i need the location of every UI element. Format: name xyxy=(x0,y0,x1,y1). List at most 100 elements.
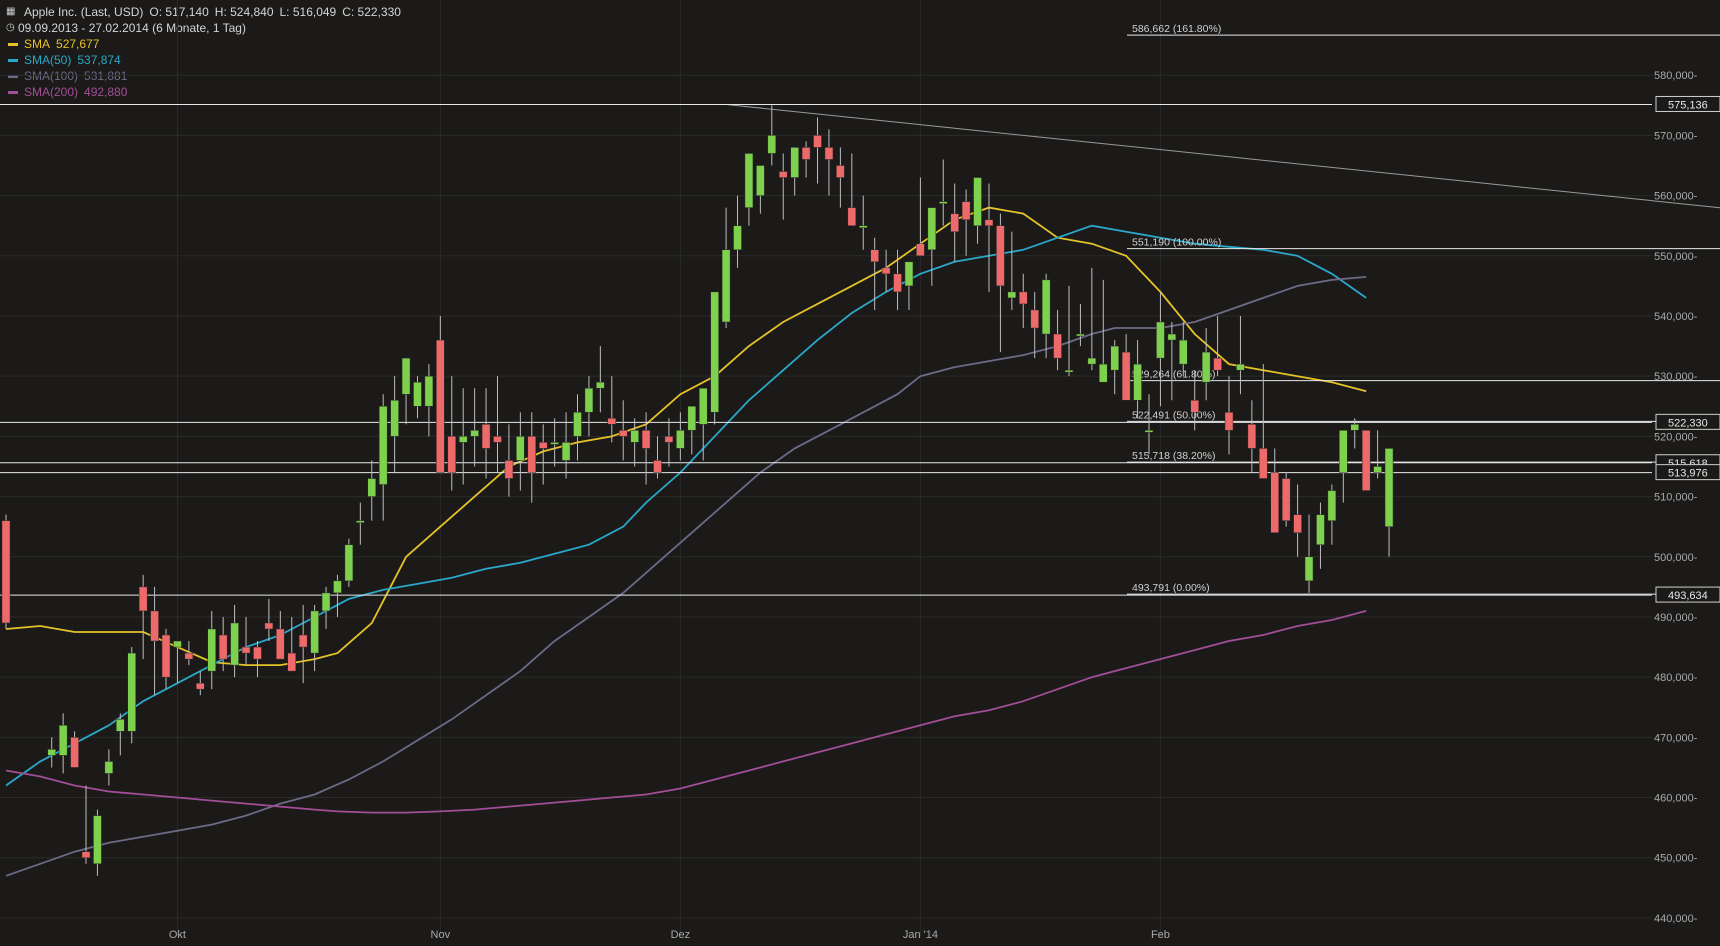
candle-body[interactable] xyxy=(550,442,559,445)
candle-body[interactable] xyxy=(1190,400,1199,413)
candle-body[interactable] xyxy=(207,628,216,672)
candle-body[interactable] xyxy=(904,261,914,287)
candle-body[interactable] xyxy=(927,207,937,251)
candle-body[interactable] xyxy=(1121,351,1131,401)
candle-body[interactable] xyxy=(173,640,182,648)
candle-body[interactable] xyxy=(70,737,79,768)
candle-body[interactable] xyxy=(1099,363,1108,383)
candlestick-chart[interactable]: 440,000- 450,000- 460,000- 470,000- 480,000-… xyxy=(0,0,1720,946)
candle-body[interactable] xyxy=(618,430,628,437)
candle-body[interactable] xyxy=(356,520,365,523)
candle-body[interactable] xyxy=(1076,333,1085,337)
candle-body[interactable] xyxy=(630,430,639,443)
candle-body[interactable] xyxy=(527,436,537,473)
candle-body[interactable] xyxy=(790,147,799,178)
candle-body[interactable] xyxy=(378,406,388,485)
candle-body[interactable] xyxy=(241,646,251,654)
candle-body[interactable] xyxy=(847,207,857,226)
candle-body[interactable] xyxy=(367,478,377,497)
candle-body[interactable] xyxy=(81,851,91,858)
candle-body[interactable] xyxy=(504,460,514,479)
candle-body[interactable] xyxy=(1350,424,1359,431)
candle-body[interactable] xyxy=(893,273,902,293)
candle-body[interactable] xyxy=(264,622,274,630)
candle-body[interactable] xyxy=(298,634,308,648)
candle-body[interactable] xyxy=(710,291,719,413)
candle-body[interactable] xyxy=(253,646,262,660)
candle-body[interactable] xyxy=(1167,333,1177,341)
candle-body[interactable] xyxy=(1007,291,1017,299)
candle-body[interactable] xyxy=(1110,345,1119,371)
candle-body[interactable] xyxy=(687,406,697,431)
candle-body[interactable] xyxy=(584,387,594,413)
candle-body[interactable] xyxy=(138,586,148,612)
candle-body[interactable] xyxy=(1293,514,1302,533)
candle-body[interactable] xyxy=(104,761,114,774)
candle-body[interactable] xyxy=(287,652,296,672)
candle-body[interactable] xyxy=(641,430,651,449)
candle-body[interactable] xyxy=(1247,424,1257,449)
candle-body[interactable] xyxy=(1224,412,1234,431)
candle-body[interactable] xyxy=(721,249,731,323)
candle-body[interactable] xyxy=(653,460,662,473)
candle-body[interactable] xyxy=(698,387,708,425)
candle-body[interactable] xyxy=(767,135,777,154)
candle-body[interactable] xyxy=(1179,339,1188,365)
candle-body[interactable] xyxy=(996,225,1005,287)
candle-body[interactable] xyxy=(1053,333,1062,359)
candle-body[interactable] xyxy=(1041,279,1051,335)
candle-body[interactable] xyxy=(470,430,479,437)
candle-body[interactable] xyxy=(836,165,845,178)
candle-body[interactable] xyxy=(1087,357,1097,365)
candle-body[interactable] xyxy=(870,249,879,263)
candle-body[interactable] xyxy=(596,381,605,389)
candle-body[interactable] xyxy=(516,436,525,461)
candle-body[interactable] xyxy=(127,652,136,732)
candle-body[interactable] xyxy=(538,442,548,449)
candle-body[interactable] xyxy=(184,652,194,660)
candle-body[interactable] xyxy=(333,580,342,594)
candle-body[interactable] xyxy=(310,610,319,654)
candle-body[interactable] xyxy=(321,592,331,612)
candle-body[interactable] xyxy=(424,375,434,407)
candle-body[interactable] xyxy=(1144,430,1154,433)
candle-body[interactable] xyxy=(607,418,617,425)
candle-body[interactable] xyxy=(1304,556,1314,582)
candle-body[interactable] xyxy=(1339,430,1348,473)
candle-body[interactable] xyxy=(344,544,354,582)
candle-body[interactable] xyxy=(950,213,959,232)
candle-body[interactable] xyxy=(458,436,468,443)
candle-body[interactable] xyxy=(859,225,868,228)
candle-body[interactable] xyxy=(390,400,399,437)
candle-body[interactable] xyxy=(1384,448,1394,527)
candle-body[interactable] xyxy=(1156,321,1165,359)
candle-body[interactable] xyxy=(1270,472,1279,533)
candle-body[interactable] xyxy=(1236,363,1245,371)
candle-body[interactable] xyxy=(218,634,228,660)
candle-body[interactable] xyxy=(676,430,685,449)
candle-body[interactable] xyxy=(413,381,422,407)
candle-body[interactable] xyxy=(984,219,994,226)
candle-body[interactable] xyxy=(116,719,125,732)
candle-body[interactable] xyxy=(230,622,239,666)
candle-body[interactable] xyxy=(916,243,925,257)
candle-body[interactable] xyxy=(756,165,765,196)
candle-body[interactable] xyxy=(881,267,891,275)
candle-body[interactable] xyxy=(973,177,982,226)
candle-body[interactable] xyxy=(664,436,674,443)
candle-body[interactable] xyxy=(813,135,822,148)
candle-body[interactable] xyxy=(801,147,811,160)
candle-body[interactable] xyxy=(1213,357,1222,371)
candle-body[interactable] xyxy=(1,520,11,624)
candle-body[interactable] xyxy=(1316,514,1325,545)
candle-body[interactable] xyxy=(1281,478,1291,521)
candle-body[interactable] xyxy=(436,339,445,473)
candle-body[interactable] xyxy=(939,201,948,204)
candle-body[interactable] xyxy=(1373,466,1382,473)
candle-body[interactable] xyxy=(778,171,788,178)
candle-body[interactable] xyxy=(47,749,56,756)
candle-body[interactable] xyxy=(196,682,205,690)
candle-body[interactable] xyxy=(481,424,491,449)
candle-body[interactable] xyxy=(93,815,102,865)
candle-body[interactable] xyxy=(1030,309,1039,329)
